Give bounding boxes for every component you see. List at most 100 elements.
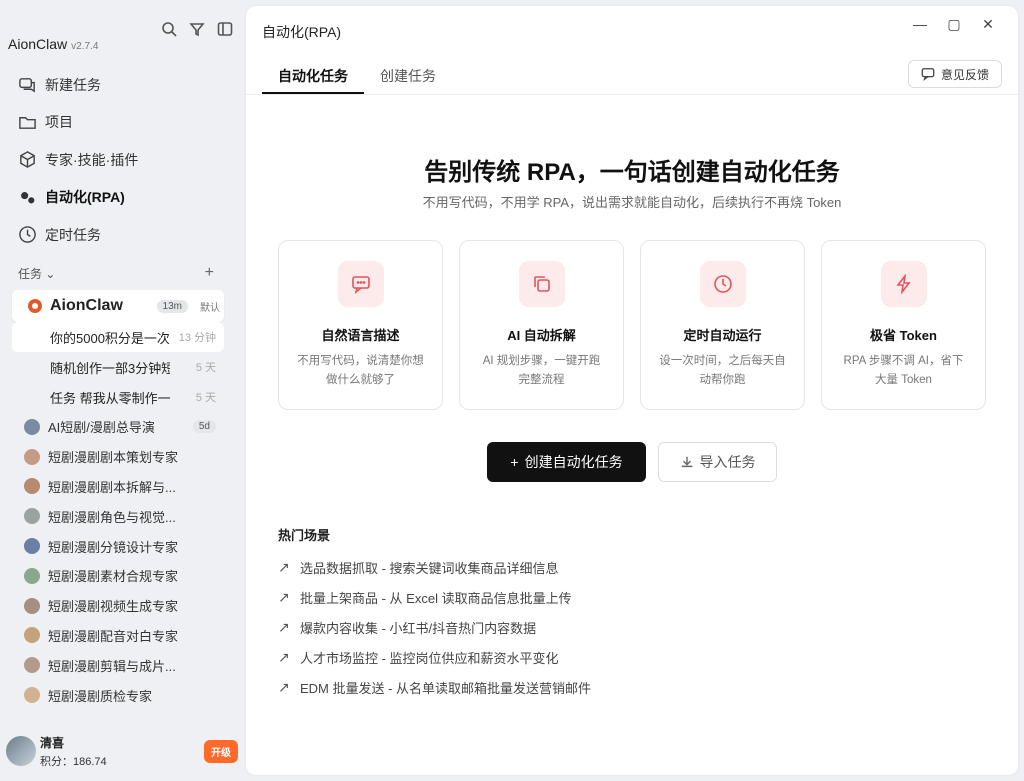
hot-scenario-label: EDM 批量发送 - 从名单读取邮箱批量发送营销邮件 bbox=[300, 681, 592, 697]
agent-item[interactable]: 短剧漫剧配音对白专家 bbox=[12, 621, 224, 651]
divider bbox=[246, 94, 1018, 95]
avatar[interactable] bbox=[6, 736, 36, 766]
feature-cards: 自然语言描述 不用写代码，说清楚你想做什么就够了 AI 自动拆解 AI 规划步骤… bbox=[278, 240, 986, 410]
app-version: v2.7.4 bbox=[71, 41, 99, 52]
maximize-icon[interactable]: ▢ bbox=[946, 16, 962, 33]
agent-label: 短剧漫剧角色与视觉... bbox=[48, 509, 176, 525]
feature-card-schedule[interactable]: 定时自动运行 设一次时间，之后每天自动帮你跑 bbox=[640, 240, 805, 410]
agent-label: 短剧漫剧分镜设计专家 bbox=[48, 539, 179, 555]
sidebar-toggle-icon[interactable] bbox=[216, 20, 234, 38]
sidebar-toolbar bbox=[160, 20, 234, 38]
agent-item[interactable]: AI短剧/漫剧总导演 5d bbox=[12, 412, 224, 442]
arrow-up-right-icon: ↗ bbox=[278, 618, 290, 635]
sidebar: AionClaw v2.7.4 新建任务 项目 专家·技能·插件 自动化(RPA… bbox=[0, 0, 246, 781]
message-icon bbox=[351, 276, 370, 294]
nav-label: 定时任务 bbox=[45, 226, 101, 243]
agent-item[interactable]: 短剧漫剧角色与视觉... bbox=[12, 501, 224, 531]
tab-create-task[interactable]: 创建任务 bbox=[364, 56, 452, 94]
agent-item[interactable]: 短剧漫剧质检专家 bbox=[12, 680, 224, 710]
gears-icon bbox=[21, 191, 35, 204]
card-title: 自然语言描述 bbox=[321, 328, 400, 343]
arrow-up-right-icon: ↗ bbox=[278, 588, 290, 605]
feedback-label: 意见反馈 bbox=[940, 67, 989, 82]
hero-subtitle: 不用写代码，不用学 RPA，说出需求就能自动化，后续执行不再烧 Token bbox=[422, 195, 842, 210]
tasks-toggle[interactable]: 任务 ⌄ bbox=[18, 265, 55, 282]
hot-scenario-item[interactable]: ↗ 爆款内容收集 - 小红书/抖音热门内容数据 bbox=[278, 612, 591, 642]
card-title: 极省 Token bbox=[870, 328, 937, 343]
user-name: 清喜 bbox=[40, 736, 65, 750]
agent-item[interactable]: 短剧漫剧剧本策划专家 bbox=[12, 442, 224, 472]
hot-scenario-item[interactable]: ↗ 批量上架商品 - 从 Excel 读取商品信息批量上传 bbox=[278, 582, 591, 612]
chevron-down-icon: ⌄ bbox=[45, 266, 56, 281]
agent-item[interactable]: 短剧漫剧剪辑与成片... bbox=[12, 650, 224, 680]
close-icon[interactable]: ✕ bbox=[980, 16, 996, 33]
create-automation-button[interactable]: + 创建自动化任务 bbox=[487, 442, 646, 482]
agent-avatar bbox=[24, 567, 40, 584]
hot-scenario-label: 批量上架商品 - 从 Excel 读取商品信息批量上传 bbox=[300, 590, 572, 606]
agent-avatar bbox=[24, 478, 40, 495]
tab-automation-tasks[interactable]: 自动化任务 bbox=[262, 56, 364, 94]
feature-card-ai[interactable]: AI 自动拆解 AI 规划步骤，一键开跑完整流程 bbox=[459, 240, 624, 410]
hot-scenario-item[interactable]: ↗ 人才市场监控 - 监控岗位供应和薪资水平变化 bbox=[278, 643, 591, 673]
copy-icon bbox=[533, 276, 550, 292]
task-list: AionClaw 13m 默认 你的5000积分是一次 13 分钟 随机创作一部… bbox=[12, 290, 224, 710]
agent-avatar bbox=[24, 418, 40, 435]
agent-label: 短剧漫剧剪辑与成片... bbox=[48, 658, 176, 674]
feature-card-token[interactable]: 极省 Token RPA 步骤不调 AI，省下大量 Token bbox=[821, 240, 986, 410]
default-tag: 默认 bbox=[200, 302, 220, 314]
nav-new-task[interactable]: 新建任务 bbox=[8, 66, 238, 104]
feature-card-nl[interactable]: 自然语言描述 不用写代码，说清楚你想做什么就够了 bbox=[278, 240, 443, 410]
agent-avatar bbox=[24, 687, 40, 704]
agent-item[interactable]: 短剧漫剧素材合规专家 bbox=[12, 561, 224, 591]
task-root[interactable]: AionClaw 13m 默认 bbox=[12, 290, 224, 322]
agent-label: 短剧漫剧配音对白专家 bbox=[48, 628, 179, 644]
agent-avatar bbox=[24, 538, 40, 555]
hot-scenarios-list: ↗ 选品数据抓取 - 搜索关键词收集商品详细信息 ↗ 批量上架商品 - 从 Exce… bbox=[278, 552, 591, 703]
agent-label: 短剧漫剧视频生成专家 bbox=[48, 599, 179, 615]
import-label: 导入任务 bbox=[699, 454, 756, 470]
subtask-item[interactable]: 你的5000积分是一次 13 分钟 bbox=[12, 322, 224, 352]
app-header: AionClaw v2.7.4 bbox=[8, 36, 98, 52]
cube-icon bbox=[20, 151, 35, 169]
add-task-button[interactable]: + bbox=[205, 264, 214, 282]
import-task-button[interactable]: 导入任务 bbox=[658, 442, 777, 482]
nav-experts[interactable]: 专家·技能·插件 bbox=[8, 141, 238, 179]
subtask-item[interactable]: 任务 帮我从零制作一个 5 天 bbox=[12, 382, 224, 412]
nav-projects[interactable]: 项目 bbox=[8, 104, 238, 142]
arrow-up-right-icon: ↗ bbox=[278, 649, 290, 666]
subtask-time: 13 分钟 bbox=[178, 332, 216, 344]
hot-scenarios-title: 热门场景 bbox=[278, 528, 331, 543]
user-panel: 清喜 积分：186.74 开级 bbox=[6, 734, 238, 770]
subtask-label: 任务 帮我从零制作一个 bbox=[50, 390, 170, 406]
hot-scenario-label: 人才市场监控 - 监控岗位供应和薪资水平变化 bbox=[300, 651, 559, 667]
agent-item[interactable]: 短剧漫剧剧本拆解与... bbox=[12, 472, 224, 502]
nav-label: 自动化(RPA) bbox=[45, 189, 125, 206]
hot-scenario-label: 爆款内容收集 - 小红书/抖音热门内容数据 bbox=[300, 620, 537, 636]
agent-label: 短剧漫剧剧本拆解与... bbox=[48, 479, 176, 495]
nav-label: 专家·技能·插件 bbox=[45, 151, 139, 168]
hot-scenario-item[interactable]: ↗ 选品数据抓取 - 搜索关键词收集商品详细信息 bbox=[278, 552, 591, 582]
nav-label: 新建任务 bbox=[45, 76, 101, 93]
folder-icon bbox=[19, 116, 36, 129]
feedback-button[interactable]: 意见反馈 bbox=[907, 60, 1002, 88]
tasks-header: 任务 ⌄ + bbox=[18, 264, 214, 282]
task-root-name: AionClaw bbox=[50, 297, 123, 314]
subtask-item[interactable]: 随机创作一部3分钟短剧 5 天 bbox=[12, 352, 224, 382]
agent-avatar bbox=[24, 448, 40, 465]
nav-scheduled[interactable]: 定时任务 bbox=[8, 216, 238, 254]
nav-automation[interactable]: 自动化(RPA) bbox=[8, 179, 238, 217]
main-nav: 新建任务 项目 专家·技能·插件 自动化(RPA) 定时任务 bbox=[8, 66, 238, 254]
subtask-time: 5 天 bbox=[195, 362, 216, 374]
card-desc: RPA 步骤不调 AI，省下大量 Token bbox=[843, 355, 964, 386]
download-icon bbox=[681, 456, 692, 468]
user-credits: 积分：186.74 bbox=[40, 756, 107, 768]
agent-item[interactable]: 短剧漫剧分镜设计专家 bbox=[12, 531, 224, 561]
lightning-icon bbox=[895, 274, 911, 294]
minimize-icon[interactable]: — bbox=[912, 16, 928, 33]
agent-item[interactable]: 短剧漫剧视频生成专家 bbox=[12, 591, 224, 621]
upgrade-button[interactable]: 开级 bbox=[204, 740, 238, 763]
nav-label: 项目 bbox=[45, 114, 73, 131]
search-icon[interactable] bbox=[160, 20, 178, 38]
filter-icon[interactable] bbox=[188, 20, 206, 38]
hot-scenario-item[interactable]: ↗ EDM 批量发送 - 从名单读取邮箱批量发送营销邮件 bbox=[278, 673, 591, 703]
